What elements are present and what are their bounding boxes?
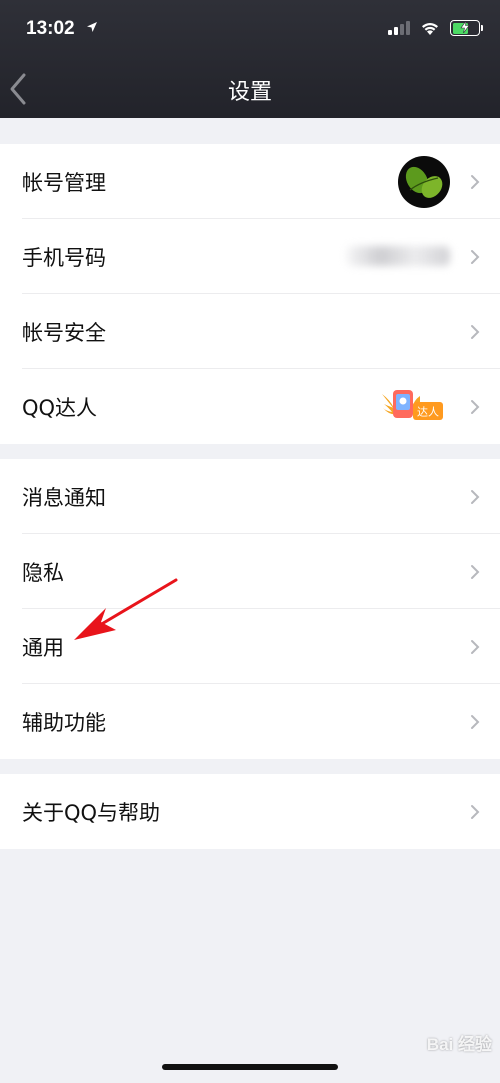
chevron-right-icon <box>471 715 480 729</box>
settings-row-about-help[interactable]: 关于QQ与帮助 <box>0 774 500 849</box>
status-time: 13:02 <box>26 18 75 39</box>
row-label: 隐私 <box>22 560 64 585</box>
row-label: QQ达人 <box>22 395 98 420</box>
settings-row-privacy[interactable]: 隐私 <box>0 534 500 609</box>
blurred-phone-number <box>346 246 450 266</box>
chevron-right-icon <box>471 565 480 579</box>
settings-row-qq-talent[interactable]: QQ达人 达人 <box>0 369 500 444</box>
avatar <box>398 156 450 208</box>
row-label: 帐号安全 <box>22 320 106 345</box>
row-label: 手机号码 <box>22 245 106 270</box>
row-label: 辅助功能 <box>22 710 106 735</box>
baidu-watermark: Bai 经验 <box>426 1035 492 1054</box>
chevron-right-icon <box>471 400 480 414</box>
settings-row-account-security[interactable]: 帐号安全 <box>0 294 500 369</box>
settings-row-phone-number[interactable]: 手机号码 <box>0 219 500 294</box>
top-bar: 13:02 设置 <box>0 0 500 118</box>
chevron-right-icon <box>471 250 480 264</box>
chevron-right-icon <box>471 490 480 504</box>
settings-row-account-management[interactable]: 帐号管理 <box>0 144 500 219</box>
chevron-right-icon <box>471 175 480 189</box>
status-indicators <box>388 20 483 36</box>
settings-group-account: 帐号管理 手机号码 帐号安全 QQ达人 达人 <box>0 144 500 444</box>
page-title: 设置 <box>227 80 272 105</box>
qq-talent-badge-text: 达人 <box>417 406 439 419</box>
battery-icon <box>450 20 483 36</box>
chevron-right-icon <box>471 325 480 339</box>
wifi-icon <box>422 22 438 35</box>
settings-row-accessibility[interactable]: 辅助功能 <box>0 684 500 759</box>
row-label: 关于QQ与帮助 <box>22 800 161 825</box>
charging-bolt-icon <box>460 21 470 33</box>
row-label: 帐号管理 <box>22 170 106 195</box>
settings-group-general: 消息通知 隐私 通用 辅助功能 <box>0 459 500 759</box>
settings-group-about: 关于QQ与帮助 <box>0 774 500 849</box>
cellular-signal-icon <box>388 21 410 35</box>
location-arrow-icon <box>87 22 97 32</box>
chevron-right-icon <box>471 805 480 819</box>
settings-row-notifications[interactable]: 消息通知 <box>0 459 500 534</box>
row-label: 消息通知 <box>22 485 106 510</box>
chevron-right-icon <box>471 640 480 654</box>
home-indicator[interactable] <box>162 1064 338 1070</box>
row-label: 通用 <box>22 635 64 660</box>
settings-row-general[interactable]: 通用 <box>0 609 500 684</box>
qq-talent-badge-icon: 达人 <box>382 390 443 420</box>
